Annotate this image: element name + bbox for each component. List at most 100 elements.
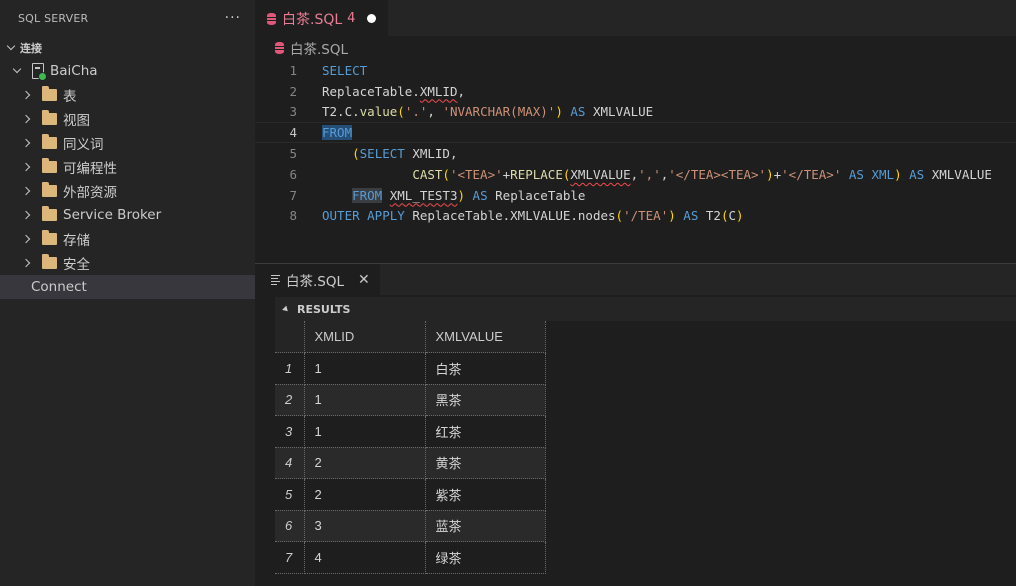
code-token: XMLID <box>412 146 450 162</box>
tree-item-folder[interactable]: Service Broker <box>0 203 255 227</box>
code-token: ReplaceTable. <box>322 83 420 99</box>
editor-tab[interactable]: 白茶.SQL 4 <box>255 0 389 36</box>
close-icon[interactable]: ✕ <box>358 272 370 288</box>
folder-icon <box>42 254 57 269</box>
cell-xmlvalue[interactable]: 蓝茶 <box>425 510 546 542</box>
table-row[interactable]: 1 1 白茶 <box>275 352 546 385</box>
code-token: AS <box>570 104 586 120</box>
column-header[interactable]: XMLVALUE <box>425 321 546 353</box>
code-text: (SELECT XMLID, <box>297 146 457 162</box>
connections-section-header[interactable]: 连接 <box>0 37 255 59</box>
code-token: ) <box>894 166 902 182</box>
unsaved-dot-icon[interactable] <box>367 14 377 23</box>
sidebar: SQL SERVER ··· 连接 BaiCha 表 视图 同义词 可编程性 外… <box>0 0 255 586</box>
cell-xmlid[interactable]: 4 <box>304 541 426 574</box>
tree-item-folder[interactable]: 表 <box>0 83 255 107</box>
code-token: ( <box>615 208 624 224</box>
cell-xmlvalue[interactable]: 绿茶 <box>425 541 546 574</box>
code-token: '/TEA' <box>623 208 669 224</box>
grid-header-row: XMLID XMLVALUE <box>275 321 546 353</box>
folder-icon <box>42 206 57 221</box>
cell-xmlvalue[interactable]: 黑茶 <box>425 384 546 416</box>
line-number: 8 <box>289 208 297 224</box>
code-editor[interactable]: 1 SELECT 2 ReplaceTable.XMLID, 3 T2.C.va… <box>255 60 1016 226</box>
folder-label: 视图 <box>63 113 90 129</box>
folder-icon <box>42 158 57 173</box>
tree-item-folder[interactable]: 同义词 <box>0 131 255 155</box>
folder-icon <box>42 86 57 101</box>
table-row[interactable]: 7 4 绿茶 <box>275 541 546 574</box>
breadcrumb[interactable]: 白茶.SQL <box>255 36 1016 60</box>
cell-xmlvalue[interactable]: 白茶 <box>425 352 546 385</box>
code-token: ReplaceTable <box>495 187 586 203</box>
connect-button[interactable]: Connect <box>0 275 255 299</box>
code-token: ReplaceTable.XMLVALUE. <box>412 208 578 224</box>
panel-tabbar: 白茶.SQL ✕ <box>255 264 1016 295</box>
code-token: T2 <box>705 208 721 224</box>
cell-xmlvalue[interactable]: 紫茶 <box>425 478 546 511</box>
line-number: 7 <box>289 187 297 203</box>
code-token: AS <box>909 166 925 182</box>
folder-label: 存储 <box>63 233 90 249</box>
server-label: BaiCha <box>50 63 98 79</box>
code-line[interactable]: 7 FROM XML_TEST3) AS ReplaceTable <box>255 185 1016 206</box>
code-line[interactable]: 1 SELECT <box>255 60 1016 81</box>
line-number: 6 <box>289 166 297 182</box>
cell-xmlvalue[interactable]: 红茶 <box>425 415 546 448</box>
code-line[interactable]: 8 OUTER APPLY ReplaceTable.XMLVALUE.node… <box>255 206 1016 227</box>
cell-xmlid[interactable]: 1 <box>304 415 426 448</box>
chevron-right-icon <box>20 231 36 247</box>
code-token: AS <box>848 166 864 182</box>
chevron-right-icon <box>20 159 36 175</box>
chevron-down-icon <box>4 40 20 56</box>
connect-label: Connect <box>31 279 87 295</box>
chevron-down-icon <box>10 63 26 79</box>
code-token: T2.C. <box>322 104 360 120</box>
code-token: C <box>728 208 737 224</box>
column-header[interactable]: XMLID <box>304 321 426 353</box>
table-row[interactable]: 4 2 黄茶 <box>275 447 546 479</box>
code-line[interactable]: 3 T2.C.value('.', 'NVARCHAR(MAX)') AS XM… <box>255 102 1016 123</box>
more-actions-icon[interactable]: ··· <box>225 10 241 26</box>
code-text: FROM <box>297 125 353 141</box>
cell-xmlid[interactable]: 2 <box>304 447 426 479</box>
table-row[interactable]: 2 1 黑茶 <box>275 384 546 416</box>
row-number: 5 <box>275 478 305 511</box>
cell-xmlid[interactable]: 1 <box>304 352 426 385</box>
tree-item-folder[interactable]: 安全 <box>0 251 255 275</box>
code-token: ) <box>457 187 466 203</box>
cell-xmlid[interactable]: 3 <box>304 510 426 542</box>
tree-item-folder[interactable]: 存储 <box>0 227 255 251</box>
sidebar-title: SQL SERVER <box>18 11 89 25</box>
cell-xmlid[interactable]: 2 <box>304 478 426 511</box>
code-line[interactable]: 2 ReplaceTable.XMLID, <box>255 81 1016 102</box>
results-section-header[interactable]: RESULTS <box>275 297 1016 321</box>
tree-item-server[interactable]: BaiCha <box>0 59 255 83</box>
cell-xmlvalue[interactable]: 黄茶 <box>425 447 546 479</box>
results-grid[interactable]: XMLID XMLVALUE 1 1 白茶 2 1 黑茶 3 1 红茶 4 2 … <box>275 321 546 574</box>
code-token-error: XMLID <box>419 83 458 99</box>
tree-item-folder[interactable]: 可编程性 <box>0 155 255 179</box>
code-text: T2.C.value('.', 'NVARCHAR(MAX)') AS XMLV… <box>297 104 653 119</box>
tree-item-folder[interactable]: 外部资源 <box>0 179 255 203</box>
code-line-current[interactable]: 4 FROM <box>255 122 1016 144</box>
cell-xmlid[interactable]: 1 <box>304 384 426 416</box>
table-row[interactable]: 5 2 紫茶 <box>275 478 546 511</box>
code-line[interactable]: 6 CAST('<TEA>'+REPLACE(XMLVALUE,',','</T… <box>255 164 1016 185</box>
row-number: 3 <box>275 415 305 448</box>
code-token: XMLVALUE <box>593 104 654 120</box>
table-row[interactable]: 6 3 蓝茶 <box>275 510 546 542</box>
code-token-error: XMLVALUE <box>570 166 631 182</box>
code-line[interactable]: 5 (SELECT XMLID, <box>255 143 1016 164</box>
code-token: , <box>630 166 639 182</box>
table-row[interactable]: 3 1 红茶 <box>275 415 546 448</box>
folder-label: 安全 <box>63 257 90 273</box>
results-tab[interactable]: 白茶.SQL ✕ <box>255 264 380 295</box>
breadcrumb-file: 白茶.SQL <box>290 42 349 58</box>
code-text: SELECT <box>297 63 367 78</box>
tree-item-folder[interactable]: 视图 <box>0 107 255 131</box>
code-token: SELECT <box>322 62 368 78</box>
row-number: 7 <box>275 541 305 574</box>
